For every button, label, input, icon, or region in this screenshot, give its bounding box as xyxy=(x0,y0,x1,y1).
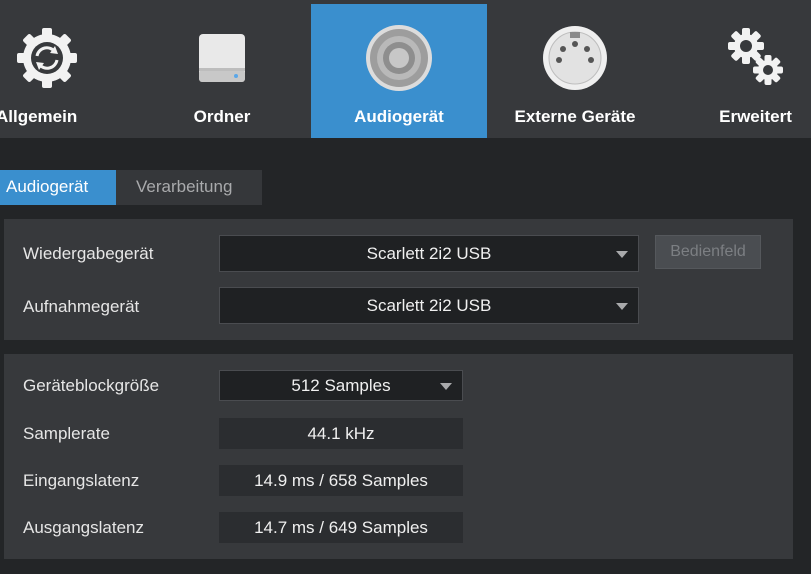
speaker-icon xyxy=(363,22,435,94)
toolbar-item-label: Erweitert xyxy=(719,107,792,126)
tab-verarbeitung[interactable]: Verarbeitung xyxy=(116,170,262,205)
chevron-down-icon xyxy=(616,302,628,310)
toolbar-item-ordner[interactable]: Ordner xyxy=(170,4,274,138)
chevron-down-icon xyxy=(616,250,628,258)
sample-rate-value: 44.1 kHz xyxy=(219,418,463,449)
input-latency-value: 14.9 ms / 658 Samples xyxy=(219,465,463,496)
toolbar-item-label: Externe Geräte xyxy=(514,107,636,126)
toolbar-item-externe-geraete[interactable]: Externe Geräte xyxy=(503,4,647,138)
sample-rate-label: Samplerate xyxy=(23,424,110,443)
playback-device-select[interactable]: Scarlett 2i2 USB xyxy=(219,235,639,272)
toolbar-item-allgemein[interactable]: Allgemein xyxy=(0,4,94,138)
output-latency-label: Ausgangslatenz xyxy=(23,518,144,537)
block-size-label: Geräteblockgröße xyxy=(23,376,160,395)
output-latency-value: 14.7 ms / 649 Samples xyxy=(219,512,463,543)
control-panel-button[interactable]: Bedienfeld xyxy=(655,235,761,269)
preferences-toolbar: Allgemein Ordner Audiogerät Externe Gerä… xyxy=(0,0,811,138)
toolbar-item-erweitert[interactable]: Erweitert xyxy=(700,4,811,138)
playback-device-label: Wiedergabegerät xyxy=(23,244,154,263)
device-panel: Wiedergabegerät Scarlett 2i2 USB Bedienf… xyxy=(4,219,793,340)
input-latency-label: Eingangslatenz xyxy=(23,471,140,490)
playback-device-value: Scarlett 2i2 USB xyxy=(366,243,492,263)
block-size-select[interactable]: 512 Samples xyxy=(219,370,463,401)
toolbar-item-audiogeraet[interactable]: Audiogerät xyxy=(311,4,487,138)
settings-panel: Geräteblockgröße 512 Samples Samplerate … xyxy=(4,354,793,559)
toolbar-item-label: Audiogerät xyxy=(354,107,444,126)
record-device-select[interactable]: Scarlett 2i2 USB xyxy=(219,287,639,324)
midi-connector-icon xyxy=(539,22,611,94)
gears-icon xyxy=(720,22,792,94)
toolbar-item-label: Allgemein xyxy=(0,107,78,126)
toolbar-item-label: Ordner xyxy=(193,107,251,126)
drive-icon xyxy=(186,22,258,94)
block-size-value: 512 Samples xyxy=(291,375,391,395)
record-device-value: Scarlett 2i2 USB xyxy=(366,295,492,315)
chevron-down-icon xyxy=(440,382,452,390)
tab-audiogeraet[interactable]: Audiogerät xyxy=(0,170,116,205)
record-device-label: Aufnahmegerät xyxy=(23,297,140,316)
sync-gear-icon xyxy=(11,22,83,94)
